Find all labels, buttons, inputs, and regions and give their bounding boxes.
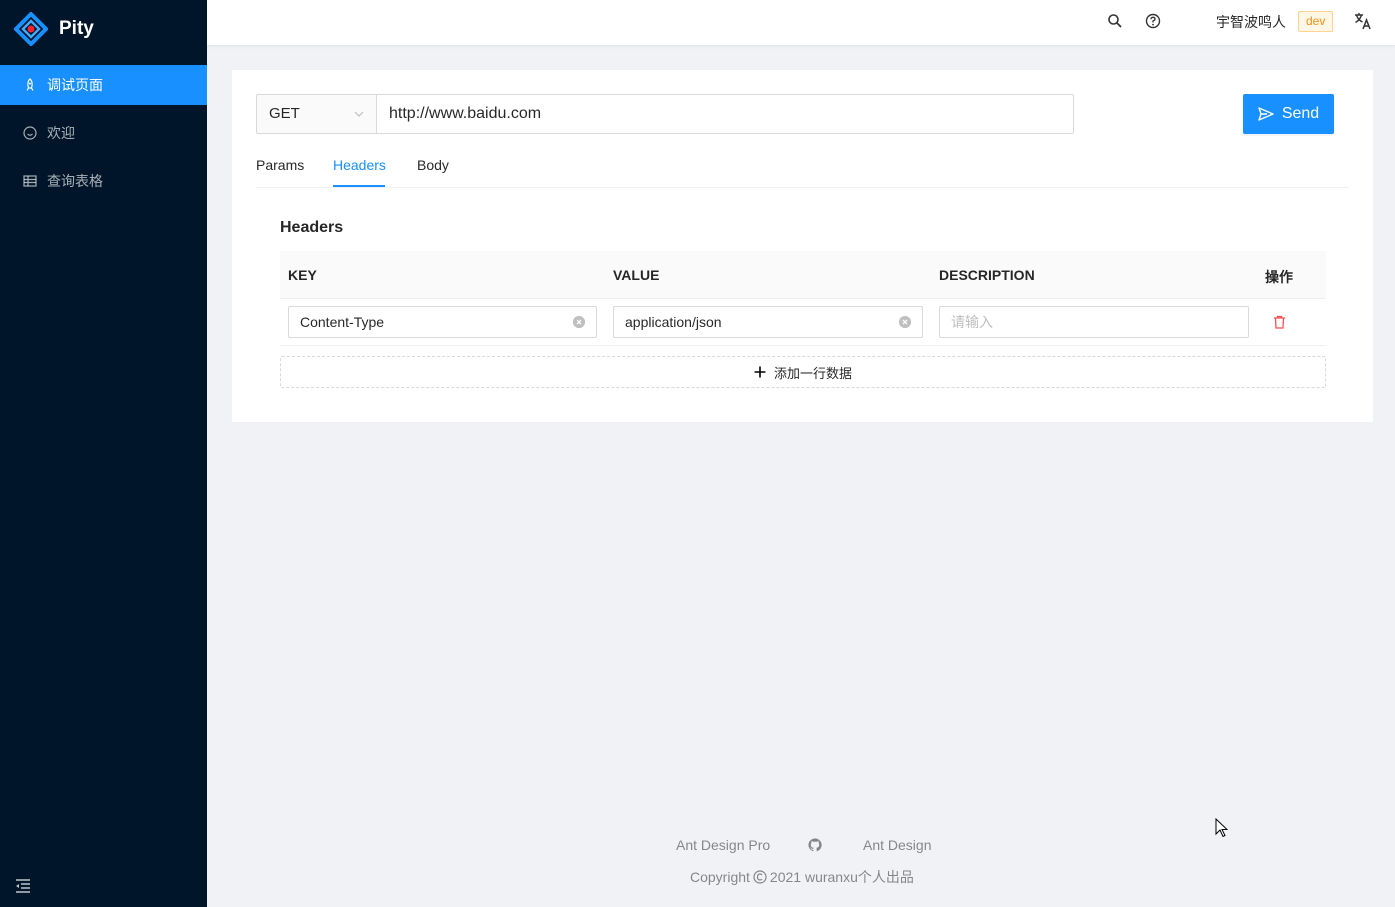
headers-section-title: Headers (280, 219, 344, 236)
column-actions: 操作 (1265, 269, 1293, 285)
request-card: GET http://www.baidu.com Send Params Hea… (232, 70, 1373, 422)
translate-icon[interactable] (1354, 12, 1372, 30)
send-icon (1258, 107, 1274, 121)
column-description: DESCRIPTION (939, 267, 1035, 283)
diamond-logo-icon (14, 12, 48, 46)
tab-params[interactable]: Params (256, 157, 304, 173)
copyright: Copyright 2021 wuranxu个人出品 (690, 867, 914, 887)
menu-fold-icon[interactable] (15, 879, 31, 893)
sidebar-item-label: 欢迎 (47, 125, 75, 141)
user-name[interactable]: 宇智波鸣人 (1216, 12, 1286, 32)
header-description-input[interactable]: 请输入 (939, 306, 1249, 338)
question-circle-icon[interactable] (1145, 13, 1161, 29)
send-button[interactable]: Send (1243, 94, 1334, 134)
header-value-input[interactable]: application/json (613, 306, 923, 338)
tab-body[interactable]: Body (417, 157, 449, 173)
logo[interactable]: Pity (14, 12, 94, 46)
rocket-icon (26, 78, 34, 91)
table-icon (23, 175, 37, 187)
plus-icon (754, 366, 766, 378)
table-row: Content-Type application/json 请输入 (280, 299, 1326, 346)
footer-link-ant-design[interactable]: Ant Design (863, 837, 931, 853)
method-select[interactable]: GET (256, 94, 377, 134)
copyright-icon (753, 870, 767, 884)
tab-headers[interactable]: Headers (333, 157, 386, 173)
search-icon[interactable] (1107, 13, 1123, 29)
column-key: KEY (288, 267, 317, 283)
sidebar-item-label: 查询表格 (47, 173, 103, 189)
header-key-input[interactable]: Content-Type (288, 306, 597, 338)
header-value-value: application/json (625, 314, 722, 330)
description-placeholder: 请输入 (951, 314, 993, 330)
delete-icon[interactable] (1273, 315, 1286, 329)
clear-icon[interactable] (573, 316, 585, 328)
app-title: Pity (59, 18, 94, 39)
smile-icon (23, 126, 37, 140)
sidebar-item-welcome[interactable]: 欢迎 (0, 113, 207, 153)
top-header: 宇智波鸣人 dev (207, 0, 1395, 45)
send-label: Send (1281, 105, 1320, 122)
footer-links: Ant Design Pro Ant Design (0, 837, 1395, 857)
sidebar-item-table[interactable]: 查询表格 (0, 161, 207, 201)
env-tag: dev (1298, 11, 1334, 32)
copyright-prefix: Copyright (690, 869, 750, 885)
method-value: GET (269, 105, 300, 122)
add-row-label: 添加一行数据 (773, 365, 852, 381)
tab-ink-bar (333, 185, 385, 187)
column-value: VALUE (613, 267, 660, 283)
sidebar-item-debug[interactable]: 调试页面 (0, 65, 207, 105)
copyright-text: 2021 wuranxu个人出品 (769, 869, 914, 885)
sidebar: Pity 调试页面 欢迎 查询表格 (0, 0, 207, 907)
clear-icon[interactable] (899, 316, 911, 328)
footer-link-ant-design-pro[interactable]: Ant Design Pro (676, 837, 770, 853)
request-tabs: Params Headers Body (256, 153, 1349, 188)
github-icon[interactable] (808, 838, 822, 852)
sidebar-item-label: 调试页面 (47, 77, 103, 93)
chevron-down-icon (354, 111, 364, 117)
header-key-value: Content-Type (300, 314, 385, 330)
table-header: KEY VALUE DESCRIPTION 操作 (280, 251, 1326, 299)
mouse-cursor-icon (1215, 818, 1229, 838)
url-input[interactable]: http://www.baidu.com (376, 94, 1074, 134)
add-row-button[interactable]: 添加一行数据 (280, 356, 1326, 388)
